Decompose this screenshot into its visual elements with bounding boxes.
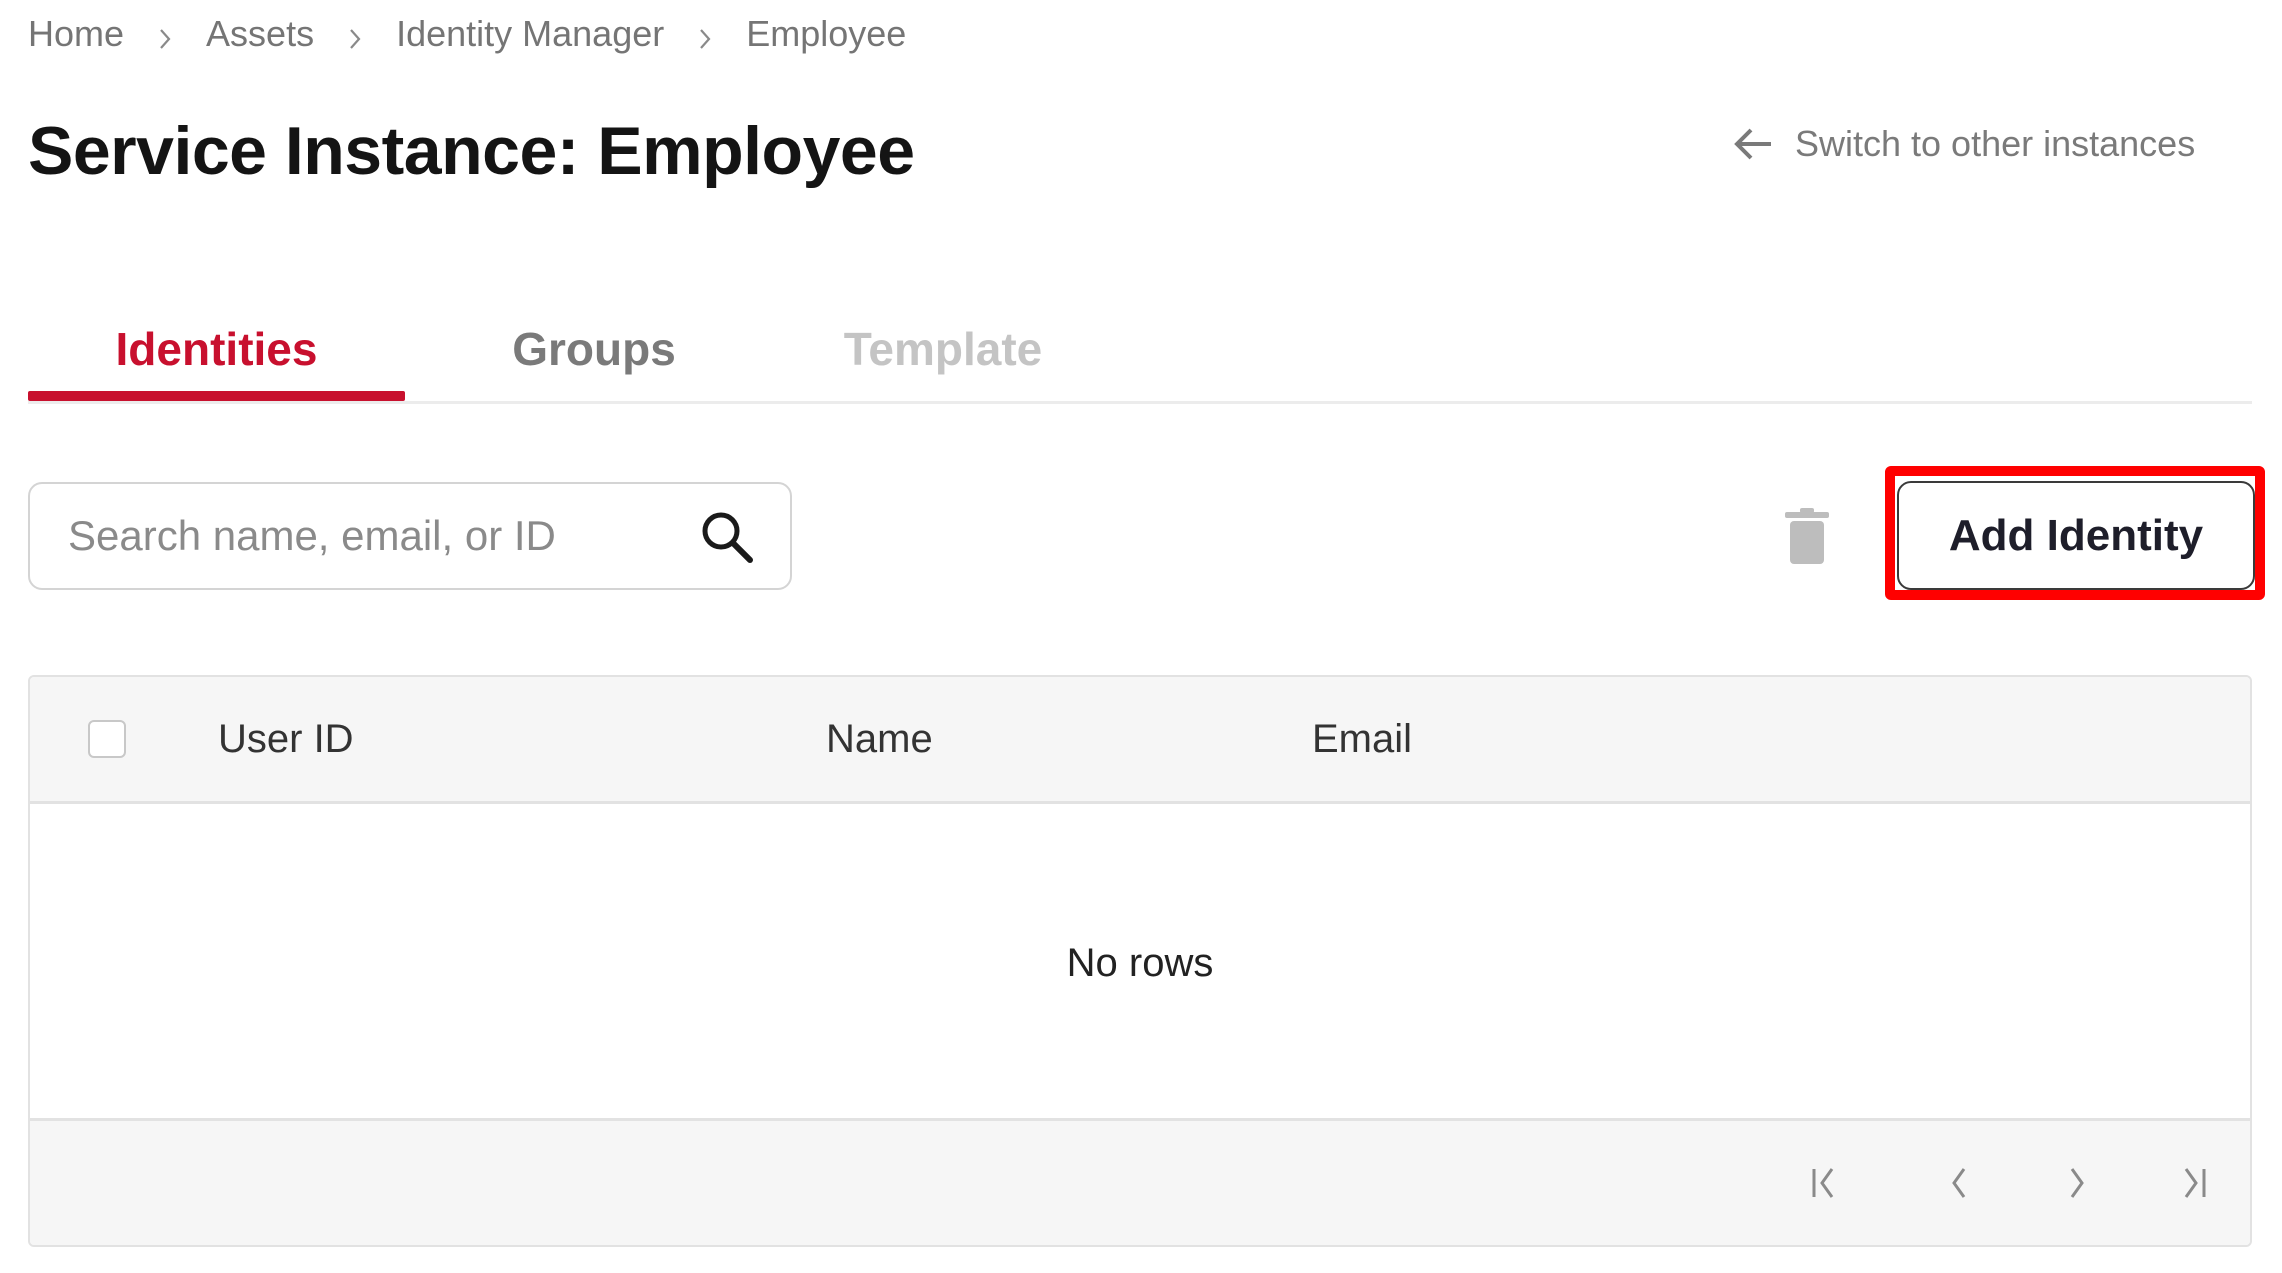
search-icon[interactable] [698,508,756,571]
tab-groups[interactable]: Groups [448,300,740,398]
breadcrumb-home[interactable]: Home [28,13,124,55]
search-box [28,482,792,590]
empty-state-message: No rows [1066,940,1214,985]
first-page-button[interactable] [1802,1159,1850,1207]
next-page-icon [2070,1168,2084,1198]
previous-page-button[interactable] [1936,1159,1984,1207]
search-input[interactable] [66,511,670,561]
breadcrumb: Home Assets Identity Manager Employee [28,12,906,56]
identities-table: User ID Name Email No rows [28,675,2252,1247]
select-all-checkbox[interactable] [88,720,126,758]
arrow-left-icon [1734,128,1771,160]
delete-button[interactable] [1782,506,1832,566]
add-identity-button[interactable]: Add Identity [1897,481,2255,590]
breadcrumb-assets[interactable]: Assets [206,13,314,55]
next-page-button[interactable] [2052,1159,2100,1207]
previous-page-icon [1952,1168,1966,1198]
tab-template: Template [843,323,1043,375]
column-header-name[interactable]: Name [826,677,933,801]
chevron-right-icon [158,28,172,49]
first-page-icon [1812,1168,1834,1198]
page-title: Service Instance: Employee [28,113,915,189]
tab-bar: Identities Groups Template [28,300,2252,404]
chevron-right-icon [348,28,362,49]
breadcrumb-identity-manager[interactable]: Identity Manager [396,13,664,55]
last-page-icon [2184,1168,2206,1198]
last-page-button[interactable] [2168,1159,2216,1207]
switch-instances-link[interactable]: Switch to other instances [1733,120,2195,168]
column-header-email[interactable]: Email [1312,677,1412,801]
trash-icon [1785,508,1829,564]
switch-instances-label: Switch to other instances [1795,123,2196,164]
chevron-right-icon [698,28,712,49]
breadcrumb-employee: Employee [746,13,907,54]
column-header-user-id[interactable]: User ID [218,677,354,801]
table-header: User ID Name Email [30,677,2250,804]
tab-identities[interactable]: Identities [28,300,405,401]
table-footer [30,1118,2250,1245]
